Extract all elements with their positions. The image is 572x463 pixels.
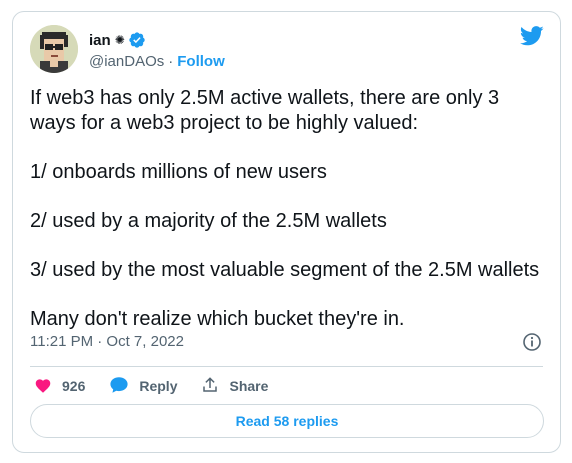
- tweet-line: 3/ used by the most valuable segment of …: [30, 259, 540, 281]
- author-handle[interactable]: @ianDAOs: [89, 53, 164, 70]
- separator: ·: [168, 53, 174, 70]
- read-replies-button[interactable]: Read 58 replies: [30, 404, 544, 438]
- avatar-image: [30, 25, 78, 73]
- like-button[interactable]: 926: [34, 377, 85, 396]
- follow-button[interactable]: Follow: [177, 53, 225, 70]
- tweet-timestamp[interactable]: 11:21 PM · Oct 7, 2022: [30, 333, 184, 350]
- author-name-row: ian ✺: [89, 31, 146, 49]
- author-name[interactable]: ian: [89, 32, 111, 49]
- share-button[interactable]: Share: [201, 376, 268, 397]
- avatar[interactable]: [30, 25, 78, 73]
- share-icon: [201, 376, 229, 397]
- reply-bubble-icon: [109, 376, 139, 397]
- divider: [30, 366, 543, 367]
- tweet-line: 2/ used by a majority of the 2.5M wallet…: [30, 210, 387, 232]
- tweet-text: If web3 has only 2.5M active wallets, th…: [30, 86, 550, 332]
- likes-count: 926: [62, 378, 86, 394]
- author-handle-row: @ianDAOs · Follow: [89, 53, 225, 70]
- tweet-card: ian ✺ @ianDAOs · Follow If web3 has only…: [12, 11, 561, 453]
- heart-icon: [34, 377, 62, 396]
- twitter-bird-icon[interactable]: [519, 26, 544, 46]
- reply-button[interactable]: Reply: [109, 376, 177, 397]
- tweet-line: 1/ onboards millions of new users: [30, 161, 327, 183]
- name-emoji: ✺: [114, 33, 125, 47]
- share-label: Share: [229, 378, 269, 394]
- tweet-line: Many don't realize which bucket they're …: [30, 308, 405, 330]
- reply-label: Reply: [139, 378, 178, 394]
- action-bar: 926 Reply Share: [34, 371, 292, 401]
- verified-badge-icon: [128, 31, 146, 49]
- tweet-line: If web3 has only 2.5M active wallets, th…: [30, 87, 500, 134]
- info-icon[interactable]: [522, 332, 542, 352]
